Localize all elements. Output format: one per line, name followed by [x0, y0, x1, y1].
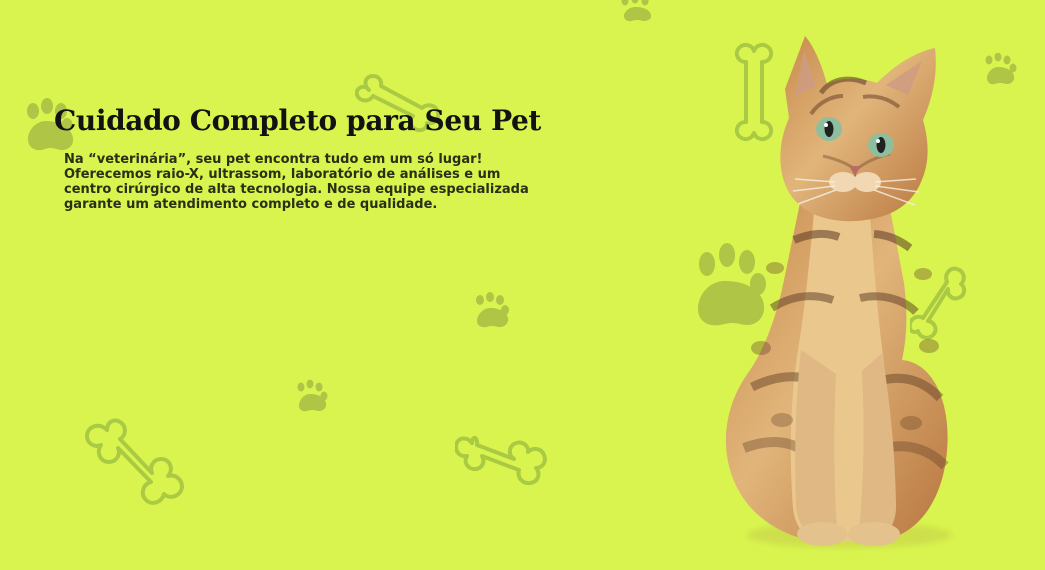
paw-print-icon [617, 0, 655, 22]
hero-description: Na “veterinária”, seu pet encontra tudo … [64, 152, 529, 212]
page-root: { "hero": { "title": "Cuidado Completo p… [0, 0, 1045, 570]
page-title: Cuidado Completo para Seu Pet [54, 104, 541, 137]
paw-print-icon [472, 292, 512, 330]
paw-print-icon [982, 52, 1020, 87]
bone-icon [78, 412, 190, 517]
hero-cat-image [715, 28, 975, 553]
hero-content: Cuidado Completo para Seu Pet Na “veteri… [54, 104, 574, 212]
bone-icon [454, 428, 547, 490]
paw-print-icon [294, 379, 330, 414]
